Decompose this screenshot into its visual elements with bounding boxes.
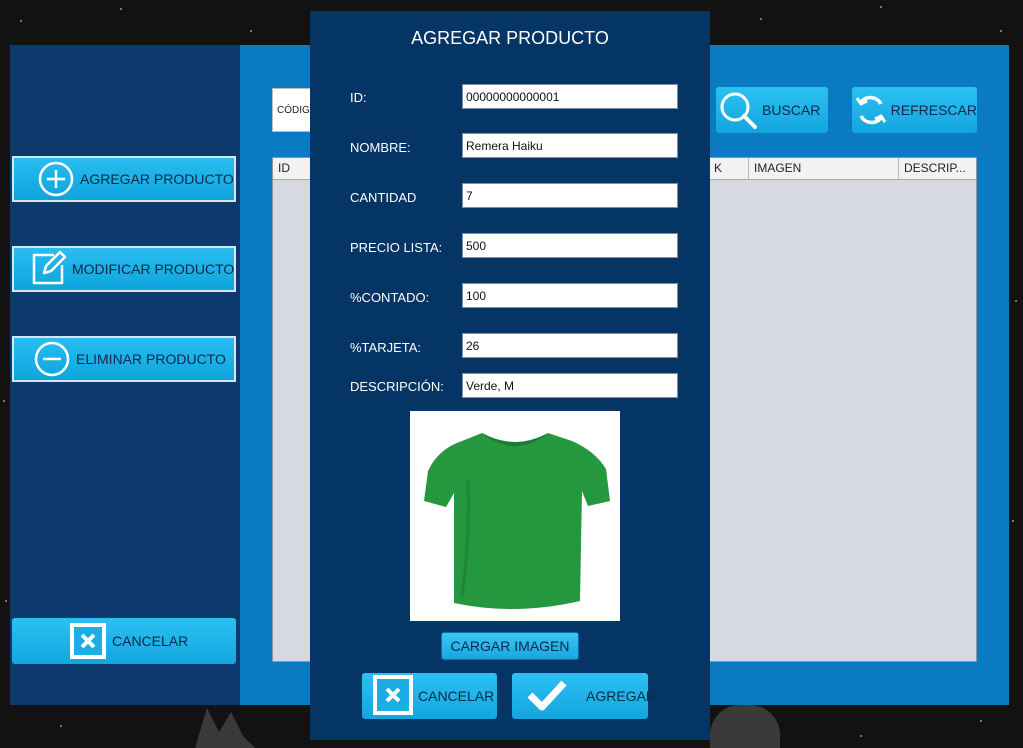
- magnifier-icon: [716, 88, 760, 132]
- name-field[interactable]: [462, 133, 678, 158]
- dialog-cancel-button[interactable]: CANCELAR: [362, 673, 497, 719]
- list-price-field[interactable]: [462, 233, 678, 258]
- list-price-label: PRECIO LISTA:: [350, 240, 443, 255]
- description-label: DESCRIPCIÓN:: [350, 379, 444, 394]
- card-percent-field[interactable]: [462, 333, 678, 358]
- quantity-field[interactable]: [462, 183, 678, 208]
- id-field[interactable]: [462, 84, 678, 109]
- dialog-add-button[interactable]: AGREGAR: [512, 673, 656, 719]
- skull-art: [710, 705, 780, 748]
- refresh-label: REFRESCAR: [890, 102, 977, 118]
- dialog-add-label: AGREGAR: [586, 688, 657, 704]
- search-label: BUSCAR: [762, 102, 821, 118]
- cash-percent-field[interactable]: [462, 283, 678, 308]
- edit-square-icon: [28, 249, 68, 289]
- modify-product-button[interactable]: MODIFICAR PRODUCTO: [12, 246, 236, 292]
- delete-product-label: ELIMINAR PRODUCTO: [76, 351, 226, 367]
- modify-product-label: MODIFICAR PRODUCTO: [72, 261, 235, 277]
- column-header-description[interactable]: DESCRIP...: [899, 158, 976, 179]
- description-field[interactable]: [462, 373, 678, 398]
- product-image: [410, 411, 620, 621]
- x-square-icon: [372, 674, 414, 719]
- cash-percent-label: %CONTADO:: [350, 290, 430, 305]
- name-label: NOMBRE:: [350, 140, 411, 155]
- quantity-label: CANTIDAD: [350, 190, 417, 205]
- plus-circle-icon: [36, 159, 76, 199]
- skull-art: [195, 708, 255, 748]
- dialog-cancel-label: CANCELAR: [418, 688, 495, 704]
- dialog-title: AGREGAR PRODUCTO: [411, 28, 609, 48]
- add-product-label: AGREGAR PRODUCTO: [80, 171, 234, 187]
- refresh-button[interactable]: REFRESCAR: [852, 87, 977, 133]
- sidebar: AGREGAR PRODUCTO MODIFICAR PRODUCTO ELIM…: [10, 45, 240, 705]
- card-percent-label: %TARJETA:: [350, 340, 422, 355]
- add-product-button[interactable]: AGREGAR PRODUCTO: [12, 156, 236, 202]
- add-product-dialog: AGREGAR PRODUCTO ID: NOMBRE: CANTIDAD PR…: [310, 11, 710, 740]
- cancel-button[interactable]: CANCELAR: [12, 618, 236, 664]
- checkmark-icon: [526, 677, 568, 716]
- column-header-image[interactable]: IMAGEN: [749, 158, 899, 179]
- cancel-label: CANCELAR: [112, 633, 189, 649]
- search-button[interactable]: BUSCAR: [716, 87, 828, 133]
- x-square-icon: [68, 621, 108, 661]
- load-image-button[interactable]: CARGAR IMAGEN: [441, 632, 579, 660]
- refresh-icon: [852, 88, 891, 132]
- column-header-k[interactable]: K: [709, 158, 749, 179]
- delete-product-button[interactable]: ELIMINAR PRODUCTO: [12, 336, 236, 382]
- minus-circle-icon: [32, 339, 72, 379]
- id-label: ID:: [350, 90, 367, 105]
